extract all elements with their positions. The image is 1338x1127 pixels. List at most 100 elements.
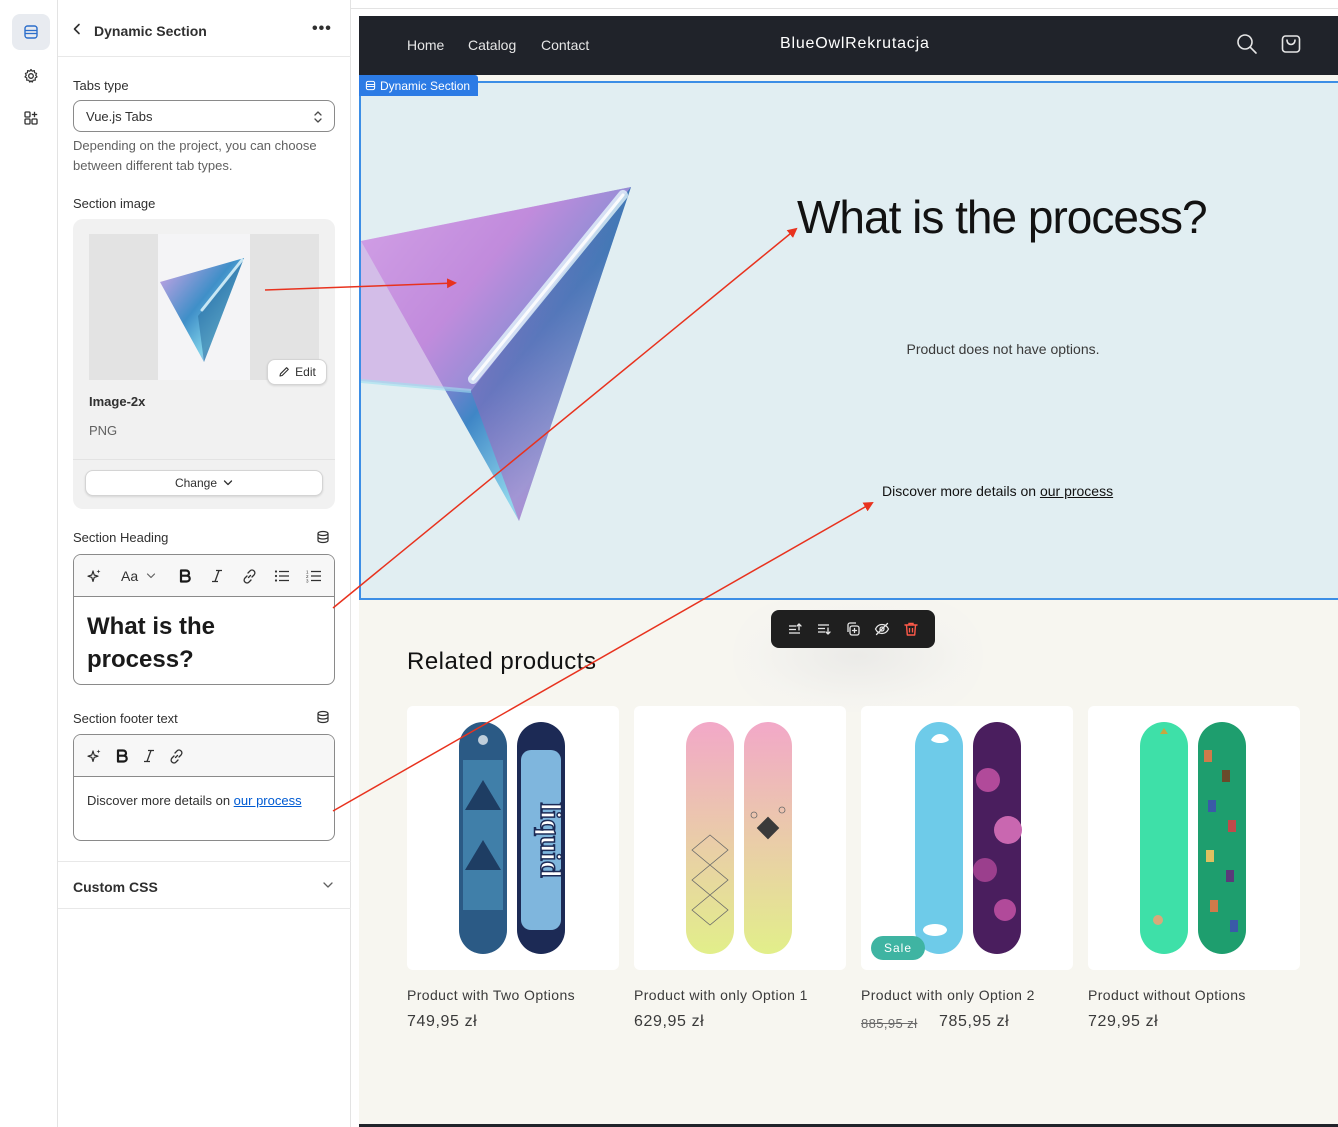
search-icon[interactable] bbox=[1236, 33, 1258, 55]
product-price: 749,95 zł bbox=[407, 1013, 478, 1030]
svg-text:liquid: liquid bbox=[534, 802, 567, 877]
text-format-label: Aa bbox=[121, 568, 139, 584]
section-heading-label: Section Heading bbox=[73, 530, 169, 545]
move-up-icon[interactable] bbox=[787, 621, 803, 637]
storefront-page: Home Catalog Contact BlueOwlRekrutacja W… bbox=[359, 16, 1338, 1127]
sections-nav-button[interactable] bbox=[12, 14, 50, 50]
section-floating-toolbar bbox=[771, 610, 935, 648]
numbered-list-icon: 1 2 3 bbox=[306, 570, 321, 584]
product-price: 629,95 zł bbox=[634, 1013, 705, 1030]
change-image-label: Change bbox=[174, 476, 218, 490]
store-header: Home Catalog Contact BlueOwlRekrutacja bbox=[359, 16, 1338, 75]
italic-button[interactable] bbox=[211, 567, 223, 585]
more-actions-button[interactable]: ••• bbox=[312, 21, 332, 37]
svg-text:3: 3 bbox=[306, 579, 309, 584]
nav-link-contact[interactable]: Contact bbox=[541, 37, 589, 53]
hero-footer-text: Discover more details on our process bbox=[882, 483, 1113, 499]
bullet-list-icon bbox=[274, 570, 289, 582]
hero-heading: What is the process? bbox=[797, 191, 1208, 243]
heading-editor-toolbar: Aa 1 2 3 bbox=[74, 555, 334, 597]
footer-text-before: Discover more details on bbox=[87, 793, 234, 808]
edit-image-label: Edit bbox=[295, 365, 316, 379]
cart-icon[interactable] bbox=[1280, 33, 1302, 55]
section-tag-label: Dynamic Section bbox=[380, 78, 471, 93]
back-chevron-icon[interactable] bbox=[70, 22, 84, 36]
store-logo[interactable]: BlueOwlRekrutacja bbox=[780, 35, 930, 53]
product-card[interactable] bbox=[634, 706, 846, 970]
italic-button[interactable] bbox=[143, 747, 155, 765]
pencil-icon bbox=[279, 367, 290, 377]
nav-link-catalog[interactable]: Catalog bbox=[468, 37, 516, 53]
product-price: 729,95 zł bbox=[1088, 1013, 1159, 1030]
custom-css-accordion[interactable]: Custom CSS bbox=[58, 861, 351, 909]
text-format-button[interactable]: Aa bbox=[121, 567, 156, 585]
nav-link-home[interactable]: Home bbox=[407, 37, 444, 53]
custom-css-label: Custom CSS bbox=[73, 879, 158, 895]
tabs-type-select[interactable]: Vue.js Tabs bbox=[73, 100, 335, 132]
divider bbox=[351, 8, 1338, 9]
product-price: 785,95 zł bbox=[939, 1013, 1010, 1030]
ai-sparkle-button[interactable] bbox=[86, 747, 102, 765]
bold-button[interactable] bbox=[179, 567, 191, 585]
tabs-type-value: Vue.js Tabs bbox=[86, 109, 153, 124]
section-footer-label: Section footer text bbox=[73, 711, 178, 726]
product-card[interactable]: liquid bbox=[407, 706, 619, 970]
hero-footer-before: Discover more details on bbox=[882, 483, 1040, 499]
apps-icon bbox=[24, 111, 38, 125]
footer-editor-content[interactable]: Discover more details on our process bbox=[87, 791, 317, 811]
product-name[interactable]: Product with only Option 1 bbox=[634, 987, 808, 1003]
dynamic-section-hero[interactable]: What is the process? Product does not ha… bbox=[359, 81, 1338, 600]
product-card[interactable] bbox=[1088, 706, 1300, 970]
delete-trash-icon[interactable] bbox=[903, 621, 919, 637]
sections-icon bbox=[365, 80, 376, 91]
tabs-type-label: Tabs type bbox=[73, 78, 129, 93]
heading-editor-content[interactable]: What is the process? bbox=[87, 610, 317, 676]
italic-icon bbox=[144, 749, 154, 763]
footer-process-link[interactable]: our process bbox=[234, 793, 302, 808]
product-name[interactable]: Product without Options bbox=[1088, 987, 1246, 1003]
gear-icon bbox=[24, 68, 38, 83]
bullet-list-button[interactable] bbox=[274, 567, 290, 585]
panel-header: Dynamic Section ••• bbox=[58, 0, 351, 57]
move-down-icon[interactable] bbox=[816, 621, 832, 637]
change-image-button[interactable]: Change bbox=[85, 470, 323, 496]
footer-rich-text-editor[interactable]: Discover more details on our process bbox=[73, 734, 335, 841]
selected-section-tag[interactable]: Dynamic Section bbox=[359, 75, 479, 96]
settings-panel: Dynamic Section ••• Tabs type Vue.js Tab… bbox=[58, 0, 351, 1127]
dynamic-source-icon[interactable] bbox=[316, 530, 330, 544]
product-name[interactable]: Product with only Option 2 bbox=[861, 987, 1035, 1003]
image-picker-card: Edit Image-2x PNG Change bbox=[73, 219, 335, 509]
product-card[interactable]: Sale bbox=[861, 706, 1073, 970]
link-button[interactable] bbox=[169, 747, 184, 765]
link-icon bbox=[243, 568, 256, 584]
storefront-preview: Home Catalog Contact BlueOwlRekrutacja W… bbox=[351, 0, 1338, 1127]
tabs-type-help: Depending on the project, you can choose… bbox=[73, 138, 317, 173]
numbered-list-button[interactable]: 1 2 3 bbox=[306, 567, 322, 585]
panel-title: Dynamic Section bbox=[94, 23, 207, 39]
bold-icon bbox=[179, 569, 191, 583]
ai-sparkle-button[interactable] bbox=[86, 567, 102, 585]
sections-icon bbox=[24, 25, 38, 39]
duplicate-icon[interactable] bbox=[845, 621, 861, 637]
chevron-down-icon bbox=[323, 882, 333, 888]
link-button[interactable] bbox=[242, 567, 257, 585]
image-thumbnail[interactable]: Edit bbox=[89, 234, 327, 385]
bold-button[interactable] bbox=[116, 747, 128, 765]
chevron-down-icon bbox=[223, 480, 233, 486]
italic-icon bbox=[212, 569, 222, 583]
hide-eye-icon[interactable] bbox=[874, 621, 890, 637]
apps-nav-button[interactable] bbox=[12, 100, 50, 136]
bold-icon bbox=[116, 749, 128, 763]
dynamic-source-icon[interactable] bbox=[316, 710, 330, 724]
image-file-type: PNG bbox=[89, 423, 118, 438]
divider bbox=[73, 459, 335, 460]
edit-image-button[interactable]: Edit bbox=[267, 359, 327, 385]
product-name[interactable]: Product with Two Options bbox=[407, 987, 575, 1003]
heading-rich-text-editor[interactable]: Aa 1 2 3 What is the process? bbox=[73, 554, 335, 685]
snowboard-image bbox=[686, 722, 792, 954]
sparkle-icon bbox=[87, 749, 101, 762]
hero-process-link[interactable]: our process bbox=[1040, 483, 1113, 499]
theme-settings-nav-button[interactable] bbox=[12, 58, 50, 94]
select-chevron-icon bbox=[314, 111, 322, 123]
link-icon bbox=[170, 748, 183, 764]
